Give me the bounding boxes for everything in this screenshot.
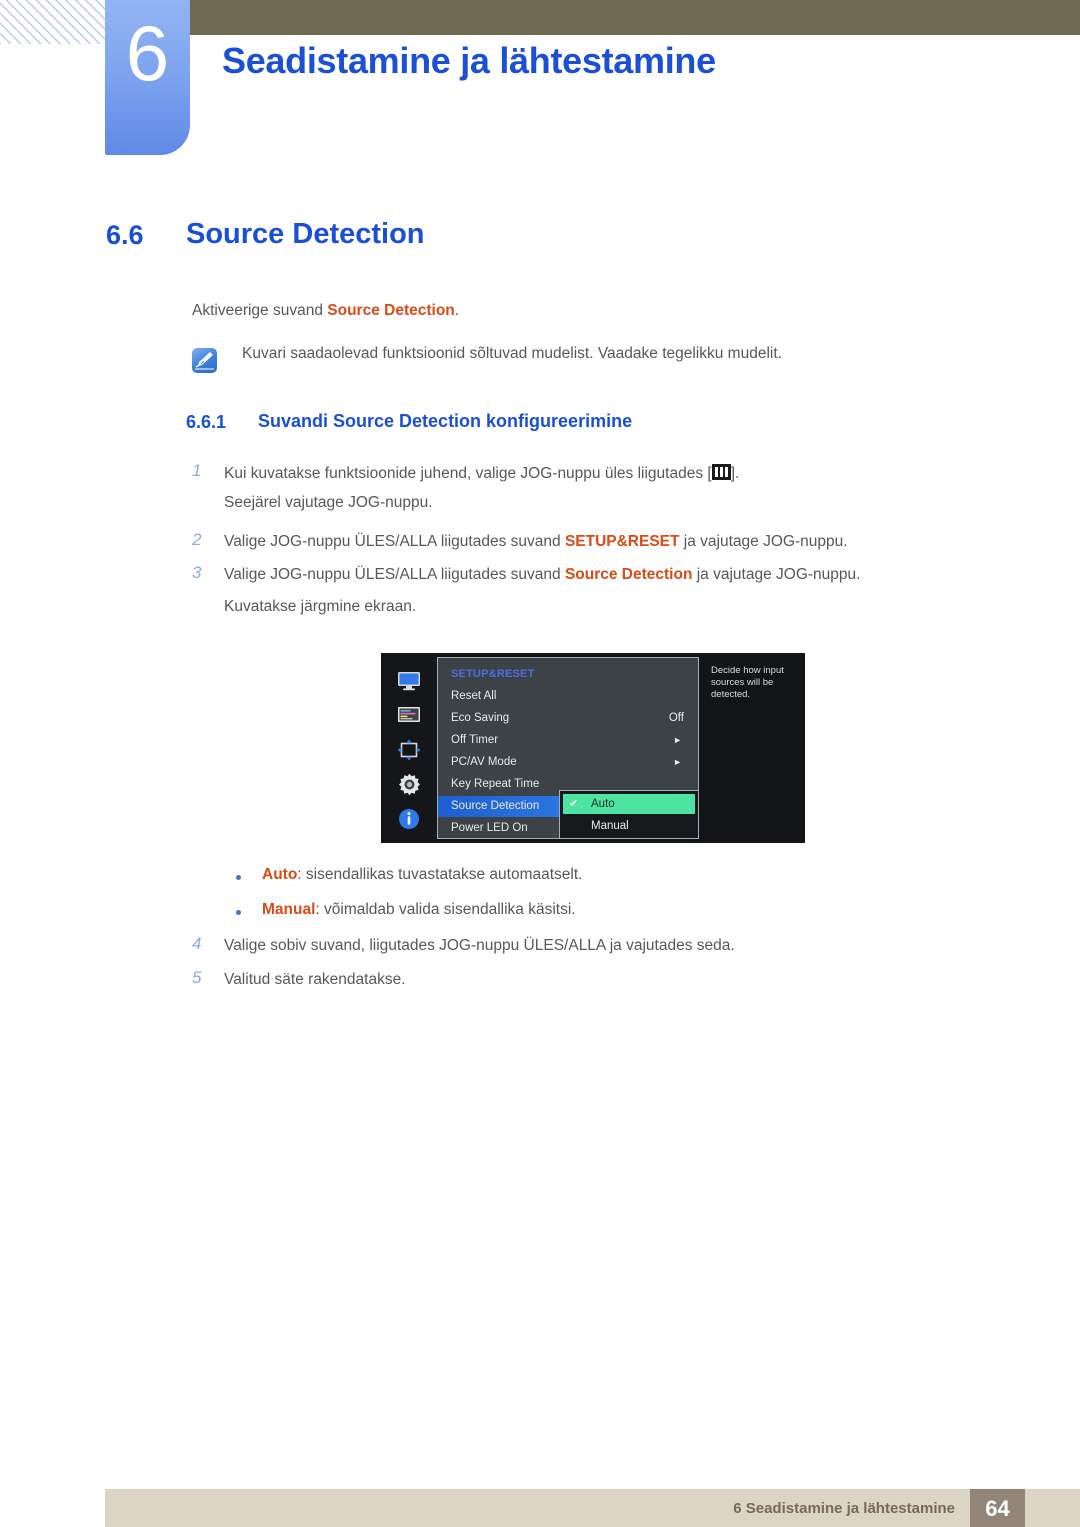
- monitor-icon: [396, 670, 422, 692]
- step-text-1: Kui kuvatakse funktsioonide juhend, vali…: [224, 462, 739, 484]
- intro-text-before: Aktiveerige suvand: [192, 302, 328, 319]
- osd-menu-screenshot: SETUP&RESET Reset All Eco Saving Off Off…: [381, 653, 805, 843]
- bullet-item-manual: Manual: võimaldab valida sisendallika kä…: [262, 901, 576, 919]
- subsection-title: Suvandi Source Detection konfigureerimin…: [258, 411, 633, 431]
- bullet-dot-icon: [236, 875, 241, 880]
- intro-text-after: .: [454, 302, 460, 319]
- osd-row-label: Off Timer: [451, 734, 499, 746]
- osd-row-reset-all[interactable]: Reset All: [438, 686, 698, 707]
- note-text: Kuvari saadaolevad funktsioonid sõltuvad…: [242, 345, 782, 362]
- step-number-4: 4: [192, 934, 202, 953]
- menu-bars-icon: [711, 464, 731, 480]
- intro-highlight: Source Detection: [327, 302, 455, 319]
- osd-row-label: Source Detection: [451, 800, 540, 812]
- osd-row-value: Off: [668, 712, 684, 724]
- osd-submenu-item-manual[interactable]: Manual: [563, 816, 695, 836]
- osd-row-label: Reset All: [451, 690, 497, 702]
- osd-help-panel: Decide how input sources will be detecte…: [701, 653, 805, 843]
- section-number: 6.6: [106, 220, 144, 250]
- osd-row-label: Power LED On: [451, 822, 528, 834]
- step-number-3: 3: [192, 563, 202, 582]
- step-text-4: Valige sobiv suvand, liigutades JOG-nupp…: [224, 937, 735, 954]
- osd-row-label: PC/AV Mode: [451, 756, 517, 768]
- osd-submenu-label: Auto: [591, 798, 615, 810]
- screen-adjust-icon: [396, 739, 422, 761]
- check-icon: ✔: [569, 798, 579, 810]
- osd-help-text: Decide how input sources will be detecte…: [711, 665, 784, 700]
- bullet-term: Auto: [262, 866, 298, 883]
- page-number: 64: [985, 1496, 1010, 1521]
- osd-submenu-item-auto[interactable]: ✔ Auto: [563, 794, 695, 814]
- step-number-5: 5: [192, 968, 202, 987]
- step-3-before: Valige JOG-nuppu ÜLES/ALLA liigutades su…: [224, 566, 565, 583]
- step-text-3: Valige JOG-nuppu ÜLES/ALLA liigutades su…: [224, 564, 860, 585]
- header-olive-bar: [190, 0, 1080, 35]
- footer-chapter-label: 6 Seadistamine ja lähtestamine: [733, 1500, 955, 1517]
- osd-submenu-source-detection: ✔ Auto Manual: [559, 790, 699, 839]
- picture-settings-icon: [396, 704, 422, 726]
- step-number-1: 1: [192, 461, 202, 480]
- step-text-1-line2: Seejärel vajutage JOG-nuppu.: [224, 494, 433, 511]
- subsection-number: 6.6.1: [186, 412, 227, 432]
- step-3-after: ja vajutage JOG-nuppu.: [692, 566, 861, 583]
- osd-row-pc-av-mode[interactable]: PC/AV Mode ►: [438, 752, 698, 773]
- bullet-desc: : sisendallikas tuvastatakse automaatsel…: [297, 866, 583, 883]
- osd-row-eco-saving[interactable]: Eco Saving Off: [438, 708, 698, 729]
- step-text-2: Valige JOG-nuppu ÜLES/ALLA liigutades su…: [224, 531, 848, 552]
- bullet-term: Manual: [262, 901, 316, 918]
- step-1-line1-before: Kui kuvatakse funktsioonide juhend, vali…: [224, 465, 712, 482]
- osd-row-label: Key Repeat Time: [451, 778, 540, 790]
- step-text-3-line2: Kuvatakse järgmine ekraan.: [224, 598, 417, 615]
- intro-paragraph: Aktiveerige suvand Source Detection.: [192, 300, 459, 321]
- gear-icon: [396, 773, 422, 796]
- chevron-right-icon: ►: [673, 735, 682, 745]
- step-1-line1-after: ].: [730, 465, 740, 482]
- info-icon: [396, 808, 422, 830]
- step-3-highlight: Source Detection: [564, 566, 693, 583]
- osd-row-label: Eco Saving: [451, 712, 510, 724]
- osd-row-off-timer[interactable]: Off Timer ►: [438, 730, 698, 751]
- chapter-title: Seadistamine ja lähtestamine: [222, 40, 716, 81]
- header-stripes-decoration: [0, 0, 112, 44]
- osd-sidebar-icons: [381, 653, 437, 843]
- chapter-number-badge: 6: [105, 0, 190, 155]
- page-title: Source Detection: [186, 218, 425, 250]
- step-number-2: 2: [192, 530, 202, 549]
- chapter-number: 6: [125, 9, 170, 97]
- osd-submenu-label: Manual: [591, 820, 629, 832]
- osd-menu-title: SETUP&RESET: [451, 668, 535, 680]
- step-2-highlight: SETUP&RESET: [564, 533, 680, 550]
- step-text-5: Valitud säte rakendatakse.: [224, 971, 406, 988]
- step-2-before: Valige JOG-nuppu ÜLES/ALLA liigutades su…: [224, 533, 565, 550]
- chevron-right-icon: ►: [673, 757, 682, 767]
- bullet-desc: : võimaldab valida sisendallika käsitsi.: [315, 901, 576, 918]
- bullet-item-auto: Auto: sisendallikas tuvastatakse automaa…: [262, 866, 582, 884]
- step-2-after: ja vajutage JOG-nuppu.: [679, 533, 848, 550]
- note-pencil-icon: [192, 348, 217, 373]
- bullet-dot-icon: [236, 910, 241, 915]
